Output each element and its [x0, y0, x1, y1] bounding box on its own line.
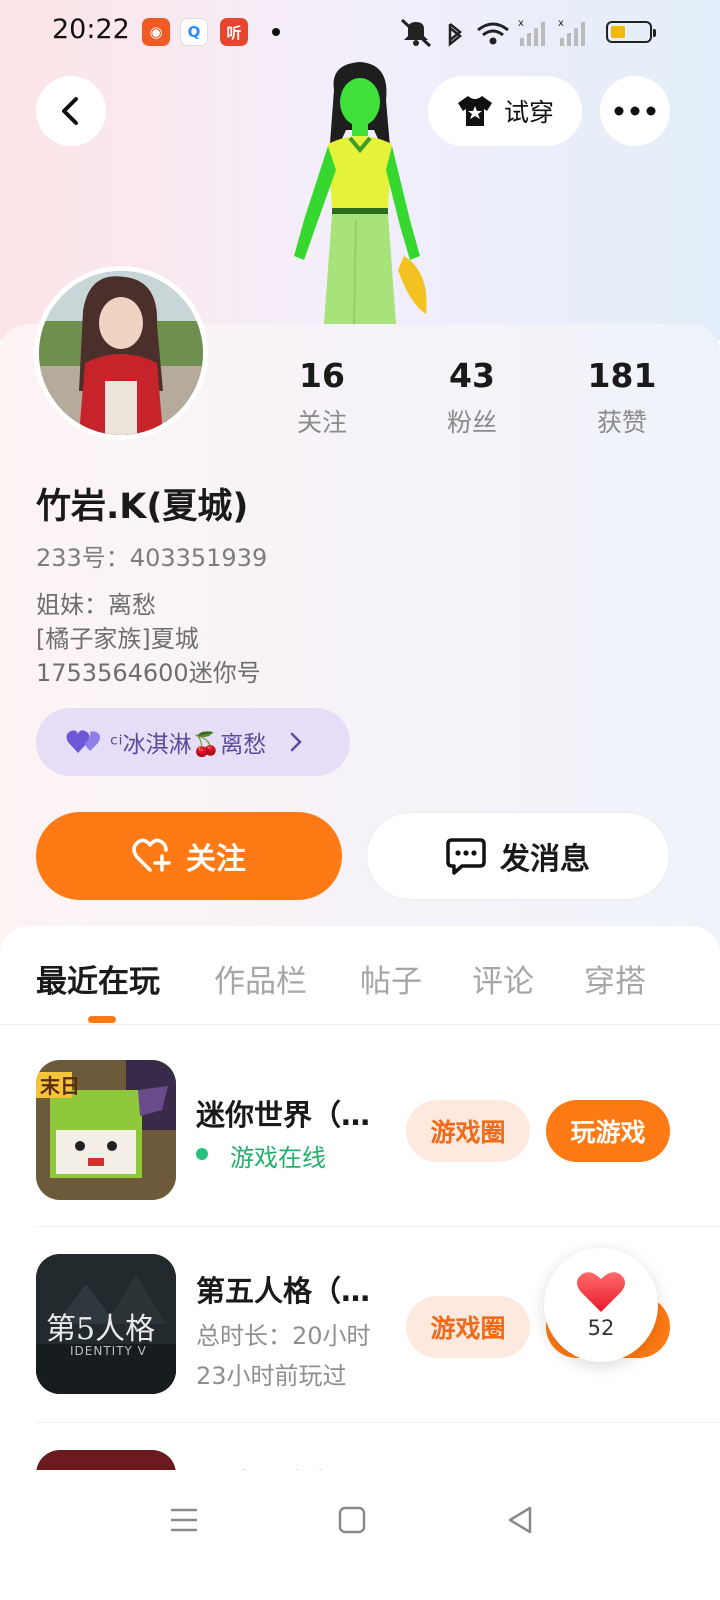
game-title[interactable]: 迷你世界（…	[196, 1092, 386, 1134]
play-game-button[interactable]: 玩游戏	[546, 1100, 670, 1162]
game-icon-text: 第5人格	[46, 1312, 156, 1347]
send-message-label: 发消息	[500, 842, 590, 877]
profile-uid: 233号：403351939	[36, 544, 268, 572]
relation-chip[interactable]: ᶜⁱ冰淇淋🍒离愁	[36, 708, 350, 776]
follow-label: 关注	[186, 842, 246, 877]
active-tab-indicator	[88, 1016, 116, 1023]
following-count: 16	[299, 356, 345, 395]
menu-nav-button[interactable]	[164, 1500, 204, 1540]
tab-comments[interactable]: 评论	[472, 956, 534, 1001]
bio-line: [橘子家族]夏城	[36, 625, 199, 653]
more-dots-icon	[614, 106, 656, 116]
following-stat[interactable]: 16 关注	[262, 356, 382, 439]
3d-avatar-figure	[294, 62, 427, 324]
chevron-left-icon	[62, 97, 78, 125]
double-heart-icon	[66, 730, 100, 753]
more-options-button[interactable]	[600, 76, 670, 146]
bio-line: 1753564600迷你号	[36, 659, 261, 687]
chat-bubble-icon	[446, 838, 486, 875]
triangle-back-icon	[508, 1506, 532, 1534]
ting-app-icon: 听	[220, 18, 248, 46]
game-last-played: 23小时前玩过	[196, 1362, 347, 1390]
online-status-dot	[196, 1148, 208, 1160]
row-divider	[36, 1422, 720, 1423]
game-circle-button[interactable]: 游戏圈	[406, 1100, 530, 1162]
followers-stat[interactable]: 43 粉丝	[412, 356, 532, 439]
square-home-icon	[338, 1506, 366, 1534]
menu-lines-icon	[171, 1508, 197, 1532]
status-time: 20:22	[52, 14, 130, 45]
game-title[interactable]: 第五人格（…	[196, 1268, 386, 1310]
status-indicators-icon: x x	[400, 18, 585, 48]
kuaishou-app-icon: ◉	[142, 18, 170, 46]
likes-label: 获赞	[596, 408, 647, 437]
tab-outfits[interactable]: 穿搭	[584, 956, 646, 1001]
followers-count: 43	[449, 356, 495, 395]
chevron-right-icon	[291, 732, 303, 752]
search-app-icon: Q	[180, 18, 208, 46]
tab-works[interactable]: 作品栏	[214, 956, 307, 1001]
game-circle-button[interactable]: 游戏圈	[406, 1296, 530, 1358]
likes-count: 181	[587, 356, 657, 395]
try-on-button[interactable]: 试穿	[428, 76, 582, 146]
relation-chip-label: ᶜⁱ冰淇淋🍒离愁	[110, 732, 267, 758]
follow-button[interactable]: 关注	[36, 812, 342, 900]
floating-like-button[interactable]: 52	[544, 1248, 658, 1362]
likes-stat[interactable]: 181 获赞	[562, 356, 682, 439]
battery-icon	[606, 21, 656, 43]
try-on-label: 试穿	[503, 98, 554, 127]
tab-recently-played[interactable]: 最近在玩	[36, 956, 160, 1001]
profile-bio: 姐妹：离愁 [橘子家族]夏城 1753564600迷你号	[36, 588, 261, 690]
tshirt-icon	[457, 96, 492, 126]
back-button[interactable]	[36, 76, 106, 146]
following-label: 关注	[296, 408, 347, 437]
mini-world-game-icon[interactable]: 末日	[36, 1060, 176, 1200]
identity-v-game-icon[interactable]: 第5人格 IDENTITY V	[36, 1254, 176, 1394]
row-divider	[36, 1226, 720, 1227]
status-bar: 20:22 ◉ Q 听 x x	[0, 0, 720, 64]
like-count: 52	[587, 1316, 615, 1340]
profile-avatar-image	[39, 271, 203, 435]
game-playtime: 总时长：20小时	[196, 1322, 371, 1350]
game-icon-subtext: IDENTITY V	[70, 1344, 147, 1358]
bio-line: 姐妹：离愁	[36, 591, 156, 619]
tab-divider	[0, 1024, 720, 1025]
notification-dot-icon	[272, 28, 280, 36]
tab-posts[interactable]: 帖子	[360, 956, 422, 1001]
heart-icon	[577, 1272, 625, 1312]
profile-avatar[interactable]	[34, 266, 208, 440]
send-message-button[interactable]: 发消息	[366, 812, 670, 900]
profile-nickname: 竹岩.K(夏城)	[36, 487, 249, 527]
heart-plus-icon	[132, 838, 171, 872]
game-icon-text: 末日	[40, 1074, 80, 1098]
online-status-text: 游戏在线	[230, 1144, 326, 1172]
followers-label: 粉丝	[446, 408, 497, 437]
home-nav-button[interactable]	[332, 1500, 372, 1540]
svg-text:x: x	[518, 18, 524, 29]
back-nav-button[interactable]	[500, 1500, 540, 1540]
svg-text:x: x	[558, 18, 564, 29]
